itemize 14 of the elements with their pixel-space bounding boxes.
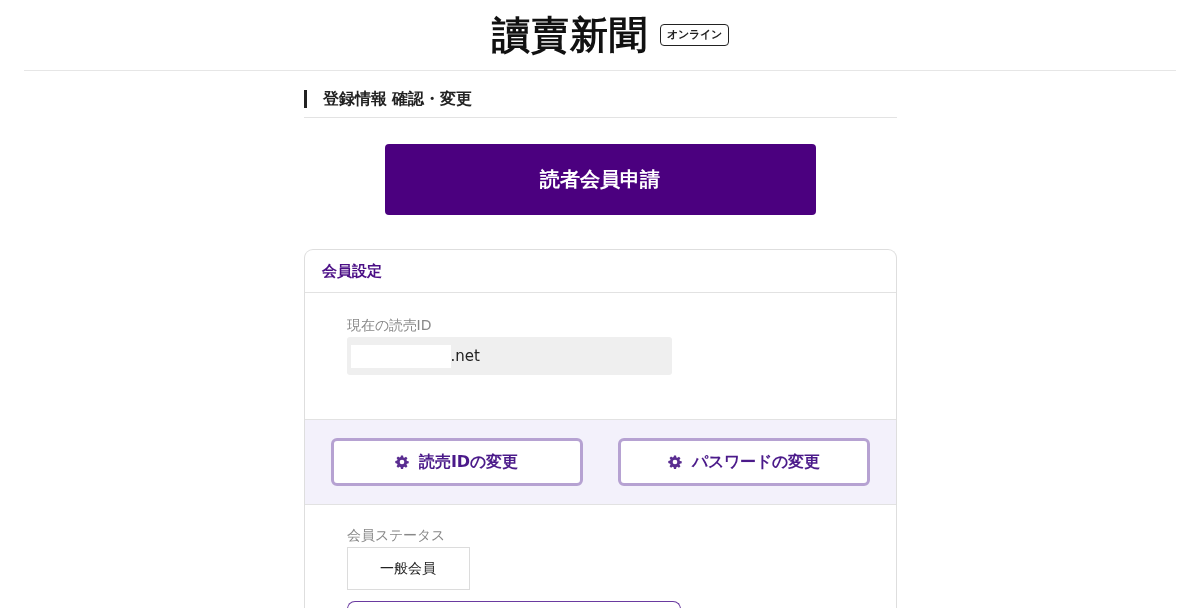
change-button[interactable]: パスワードの変更: [617, 438, 870, 486]
gear-icon: [667, 455, 682, 469]
newspaper-logo[interactable]: 讀賣新聞: [491, 16, 648, 54]
field-label: 現在の読売ID: [346, 316, 432, 335]
apply-button[interactable]: 読者会員申請: [384, 144, 816, 215]
heading-accent-bar: [303, 90, 307, 108]
field-label: 会員ステータス: [346, 526, 445, 545]
gear-icon: [394, 455, 409, 469]
online-badge: オンライン: [659, 24, 729, 46]
status-value: 一般会員: [346, 547, 470, 590]
page-heading: 登録情報 確認・変更: [322, 88, 473, 110]
change-button[interactable]: 読売IDの変更: [330, 438, 583, 486]
id-value: .net: [450, 347, 480, 365]
card-title: 会員設定: [321, 261, 382, 281]
